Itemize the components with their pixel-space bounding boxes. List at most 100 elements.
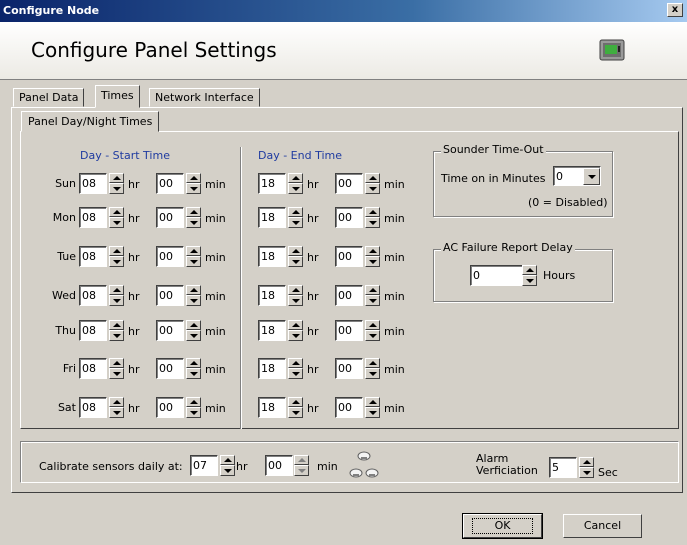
- fri-start-min-spinner[interactable]: [186, 358, 201, 379]
- ok-button[interactable]: OK: [462, 513, 543, 539]
- sounder-time-label: Time on in Minutes: [441, 172, 546, 185]
- cancel-button[interactable]: Cancel: [563, 514, 642, 538]
- tab-panel-data[interactable]: Panel Data: [13, 88, 85, 107]
- tue-end-hr-field[interactable]: 18: [258, 246, 286, 267]
- tue-start-hr-field[interactable]: 08: [79, 246, 107, 267]
- mon-end-min-spinner[interactable]: [365, 207, 380, 228]
- ac-failure-spinner[interactable]: [522, 265, 537, 286]
- thu-end-hr-field[interactable]: 18: [258, 320, 286, 341]
- tue-end-hr-unit: hr: [307, 251, 319, 264]
- wed-end-min-spinner[interactable]: [365, 285, 380, 306]
- alarm-verification-field[interactable]: 5: [549, 457, 577, 478]
- alarm-label-line2: Verficiation: [476, 464, 538, 477]
- mon-end-hr-unit: hr: [307, 212, 319, 225]
- dialog-header: Configure Panel Settings: [0, 22, 687, 80]
- fri-start-hr-spinner[interactable]: [109, 358, 124, 379]
- sat-start-hr-spinner[interactable]: [109, 397, 124, 418]
- ac-failure-hours-field[interactable]: 0: [470, 265, 523, 286]
- thu-start-min-spinner[interactable]: [186, 320, 201, 341]
- sounder-dropdown-button[interactable]: [583, 168, 600, 185]
- thu-end-min-spinner[interactable]: [365, 320, 380, 341]
- fri-start-min-field[interactable]: 00: [156, 358, 184, 379]
- mon-end-hr-spinner[interactable]: [288, 207, 303, 228]
- fri-start-min-unit: min: [205, 363, 226, 376]
- mon-start-min-field[interactable]: 00: [156, 207, 184, 228]
- wed-end-hr-unit: hr: [307, 290, 319, 303]
- sat-end-hr-spinner[interactable]: [288, 397, 303, 418]
- tue-end-hr-spinner[interactable]: [288, 246, 303, 267]
- mon-end-hr-field[interactable]: 18: [258, 207, 286, 228]
- ok-button-label: OK: [471, 518, 534, 534]
- fri-end-hr-unit: hr: [307, 363, 319, 376]
- tab-network-interface[interactable]: Network Interface: [149, 88, 260, 107]
- sun-end-hr-spinner[interactable]: [288, 173, 303, 194]
- thu-start-hr-spinner[interactable]: [109, 320, 124, 341]
- ac-failure-title: AC Failure Report Delay: [441, 241, 575, 254]
- sat-start-min-field[interactable]: 00: [156, 397, 184, 418]
- sat-start-min-spinner[interactable]: [186, 397, 201, 418]
- day-label-wed: Wed: [52, 289, 76, 302]
- mon-start-hr-unit: hr: [128, 212, 140, 225]
- calibrate-hour-field[interactable]: 07: [190, 455, 218, 476]
- sun-end-min-field[interactable]: 00: [335, 173, 363, 194]
- fri-end-min-unit: min: [384, 363, 405, 376]
- sun-start-min-field[interactable]: 00: [156, 173, 184, 194]
- sun-start-hr-spinner[interactable]: [109, 173, 124, 194]
- wed-start-min-field[interactable]: 00: [156, 285, 184, 306]
- close-button[interactable]: x: [667, 3, 683, 17]
- fri-end-hr-spinner[interactable]: [288, 358, 303, 379]
- tue-end-min-spinner[interactable]: [365, 246, 380, 267]
- tue-start-hr-unit: hr: [128, 251, 140, 264]
- mon-start-hr-spinner[interactable]: [109, 207, 124, 228]
- fri-end-min-spinner[interactable]: [365, 358, 380, 379]
- sun-end-hr-unit: hr: [307, 178, 319, 191]
- thu-end-min-field[interactable]: 00: [335, 320, 363, 341]
- day-label-sun: Sun: [55, 177, 76, 190]
- fri-end-hr-field[interactable]: 18: [258, 358, 286, 379]
- alarm-verification-spinner[interactable]: [579, 457, 594, 478]
- day-label-mon: Mon: [52, 211, 76, 224]
- mon-start-hr-field[interactable]: 08: [79, 207, 107, 228]
- wed-end-min-unit: min: [384, 290, 405, 303]
- calibrate-minute-spinner[interactable]: [294, 455, 309, 476]
- tab-times[interactable]: Times: [95, 85, 140, 108]
- wed-start-hr-field[interactable]: 08: [79, 285, 107, 306]
- sun-start-hr-unit: hr: [128, 178, 140, 191]
- sat-start-hr-field[interactable]: 08: [79, 397, 107, 418]
- wed-end-min-field[interactable]: 00: [335, 285, 363, 306]
- tue-start-min-field[interactable]: 00: [156, 246, 184, 267]
- sun-start-hr-field[interactable]: 08: [79, 173, 107, 194]
- sat-end-min-field[interactable]: 00: [335, 397, 363, 418]
- calibrate-hour-spinner[interactable]: [220, 455, 235, 476]
- mon-start-min-spinner[interactable]: [186, 207, 201, 228]
- day-label-sat: Sat: [57, 401, 76, 414]
- day-label-thu: Thu: [55, 324, 76, 337]
- window-title: Configure Node: [3, 4, 100, 17]
- tab-panel-day-night-times[interactable]: Panel Day/Night Times: [21, 111, 160, 132]
- start-time-heading: Day - Start Time: [80, 149, 170, 162]
- day-label-fri: Fri: [62, 362, 76, 375]
- thu-start-min-field[interactable]: 00: [156, 320, 184, 341]
- mon-end-min-field[interactable]: 00: [335, 207, 363, 228]
- wed-end-hr-spinner[interactable]: [288, 285, 303, 306]
- tue-end-min-field[interactable]: 00: [335, 246, 363, 267]
- sounder-note: (0 = Disabled): [528, 196, 608, 209]
- tue-start-min-spinner[interactable]: [186, 246, 201, 267]
- wed-start-min-spinner[interactable]: [186, 285, 201, 306]
- column-divider: [240, 147, 242, 429]
- sun-start-min-unit: min: [205, 178, 226, 191]
- calibrate-minute-field[interactable]: 00: [265, 455, 293, 476]
- wed-start-hr-spinner[interactable]: [109, 285, 124, 306]
- sun-end-min-spinner[interactable]: [365, 173, 380, 194]
- fri-start-hr-field[interactable]: 08: [79, 358, 107, 379]
- sun-start-min-spinner[interactable]: [186, 173, 201, 194]
- sun-end-hr-field[interactable]: 18: [258, 173, 286, 194]
- thu-start-hr-field[interactable]: 08: [79, 320, 107, 341]
- sat-end-hr-field[interactable]: 18: [258, 397, 286, 418]
- sat-end-min-spinner[interactable]: [365, 397, 380, 418]
- calibrate-min-unit: min: [317, 460, 338, 473]
- tue-start-hr-spinner[interactable]: [109, 246, 124, 267]
- fri-end-min-field[interactable]: 00: [335, 358, 363, 379]
- thu-end-hr-spinner[interactable]: [288, 320, 303, 341]
- wed-end-hr-field[interactable]: 18: [258, 285, 286, 306]
